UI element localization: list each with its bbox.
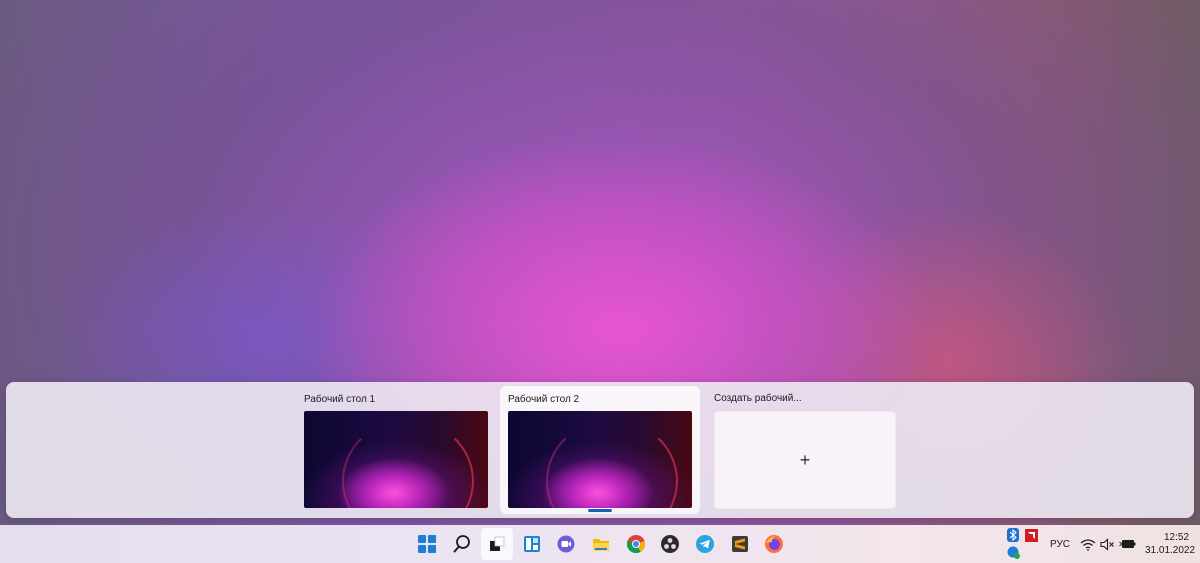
teams-chat-icon <box>557 535 575 553</box>
taskbar: РУС 12:52 31.01.2022 <box>0 525 1200 563</box>
battery-icon[interactable] <box>1118 537 1136 551</box>
desktop-label: Рабочий стол 1 <box>304 394 376 405</box>
amd-software-icon[interactable] <box>1024 528 1038 542</box>
task-view-panel: Рабочий стол 1 Рабочий стол 2 Создать ра… <box>6 382 1194 518</box>
bluetooth-icon[interactable] <box>1006 528 1020 542</box>
telegram-button[interactable] <box>689 528 721 560</box>
new-desktop-button[interactable]: + <box>714 411 896 509</box>
obs-icon <box>661 535 679 553</box>
new-desktop[interactable]: Создать рабочий... + <box>706 386 906 514</box>
plus-icon: + <box>799 449 811 470</box>
chrome-icon <box>626 535 646 554</box>
language-indicator[interactable]: РУС <box>1050 539 1070 550</box>
active-desktop-indicator <box>588 509 612 512</box>
file-explorer-button[interactable] <box>585 528 617 560</box>
clock-time[interactable]: 12:52 <box>1164 532 1189 543</box>
task-view-button[interactable] <box>481 528 513 560</box>
start-button[interactable] <box>411 528 443 560</box>
chrome-button[interactable] <box>620 528 652 560</box>
teams-chat-button[interactable] <box>550 528 582 560</box>
firefox-icon <box>765 535 783 553</box>
obs-button[interactable] <box>654 528 686 560</box>
virtual-desktop-1[interactable]: Рабочий стол 1 <box>296 386 496 514</box>
firefox-button[interactable] <box>758 528 790 560</box>
virtual-desktop-2[interactable]: Рабочий стол 2 <box>500 386 700 514</box>
telegram-icon <box>696 535 714 553</box>
volume-muted-icon[interactable] <box>1099 537 1115 551</box>
search-icon <box>453 535 470 553</box>
task-view-icon <box>490 536 505 551</box>
sublime-text-button[interactable] <box>724 528 756 560</box>
windows-logo-icon <box>418 535 436 553</box>
new-desktop-label: Создать рабочий... <box>714 393 802 404</box>
widgets-icon <box>524 536 540 552</box>
widgets-button[interactable] <box>516 528 548 560</box>
clock-date[interactable]: 31.01.2022 <box>1145 545 1195 556</box>
file-explorer-icon <box>593 539 609 551</box>
desktop-label: Рабочий стол 2 <box>508 394 580 405</box>
search-button[interactable] <box>446 528 478 560</box>
desktop-thumbnail[interactable] <box>304 411 488 508</box>
desktop-thumbnail[interactable] <box>508 411 692 508</box>
network-status-icon[interactable] <box>1006 545 1020 559</box>
sublime-text-icon <box>732 536 748 552</box>
wifi-icon[interactable] <box>1080 537 1096 551</box>
